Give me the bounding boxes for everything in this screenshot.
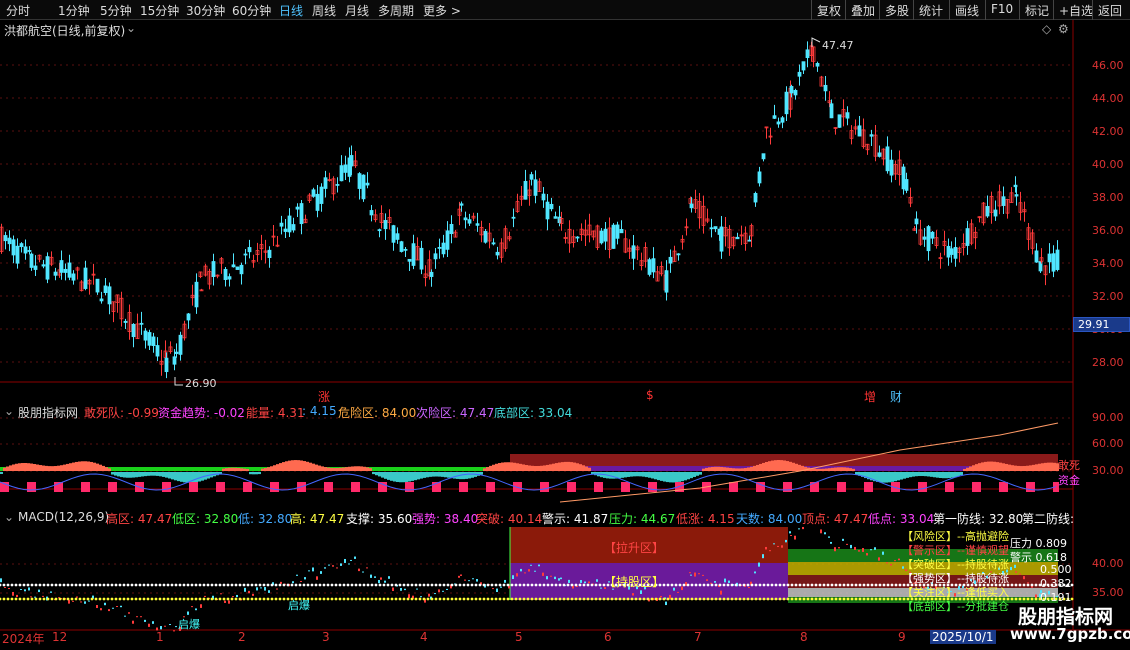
statistics-button[interactable]: 统计 [913, 0, 948, 20]
tab-minute[interactable]: 分时 [6, 2, 30, 19]
price-tick: 46.00 [1092, 59, 1124, 72]
indicator2-value: 高区: 47.47 [106, 512, 173, 526]
fib-value: 0.382 [1040, 577, 1072, 590]
date-tick: 12 [52, 630, 68, 644]
right-zone-label: 【底部区】--分批建仓 [902, 600, 1009, 613]
indicator1-tick: 60.00 [1092, 437, 1124, 450]
indicator1-value: : 4.15 [302, 404, 337, 418]
current-price-badge: 29.91 [1073, 317, 1130, 332]
f10-button[interactable]: F10 [985, 0, 1018, 20]
tab-multi-period[interactable]: 多周期 [378, 2, 414, 19]
tab-60min[interactable]: 60分钟 [232, 2, 271, 19]
tab-more[interactable]: 更多 > [423, 2, 461, 19]
indicator2-value: 警示: 41.87 [542, 512, 609, 526]
high-price-label: 47.47 [822, 39, 854, 52]
low-price-label: 26.90 [185, 377, 217, 390]
indicator2-value: 低: 32.80 [238, 512, 293, 526]
indicator2-value: 强势: 38.40 [412, 512, 479, 526]
indicator2-value: 压力: 44.67 [609, 512, 676, 526]
chevron-down-icon[interactable]: ⌄ [4, 404, 14, 418]
tab-weekly[interactable]: 周线 [312, 2, 336, 19]
tab-1min[interactable]: 1分钟 [58, 2, 90, 19]
chart-overlay: 洪都航空(日线,前复权) ⌄ ◇ ⚙ 46.00 44.00 42.00 40.… [0, 20, 1130, 650]
tab-30min[interactable]: 30分钟 [186, 2, 225, 19]
tab-daily[interactable]: 日线 [279, 2, 303, 19]
price-tick: 28.00 [1092, 356, 1124, 369]
toolbar: 分时 1分钟 5分钟 15分钟 30分钟 60分钟 日线 周线 月线 多周期 更… [0, 0, 1130, 20]
indicator1-name[interactable]: 股朋指标网 [18, 404, 78, 421]
indicator2-value: 低区: 32.80 [172, 512, 239, 526]
price-tick: 36.00 [1092, 224, 1124, 237]
tab-15min[interactable]: 15分钟 [140, 2, 179, 19]
signal-marker: 财 [890, 390, 903, 404]
zone-label-pull-up: 【拉升区】 [604, 541, 665, 555]
price-tick: 44.00 [1092, 92, 1124, 105]
breakout-note: 启爆 [178, 618, 200, 631]
watermark-url: www.7gpzb.com [1010, 625, 1130, 643]
chevron-down-icon[interactable]: ⌄ [126, 21, 136, 35]
indicator2-value: 低涨: 4.15 [676, 512, 735, 526]
date-tick: 9 [898, 630, 906, 644]
indicator1-value: 底部区: 33.04 [494, 406, 573, 420]
indicator2-value: 顶点: 47.47 [802, 512, 869, 526]
indicator2-value: 第二防线: [1022, 512, 1075, 526]
price-tick: 32.00 [1092, 290, 1124, 303]
indicator2-value: 支撑: 35.60 [346, 512, 413, 526]
indicator2-value: 低点: 33.04 [868, 512, 935, 526]
indicator1-value: 能量: 4.31 [246, 406, 305, 420]
multi-stock-button[interactable]: 多股 [879, 0, 914, 20]
date-tick: 3 [322, 630, 330, 644]
indicator1-value: 次险区: 47.47 [416, 406, 495, 420]
indicator1-value: 危险区: 84.00 [338, 406, 417, 420]
indicator2-value: 第一防线: 32.80 [933, 512, 1024, 526]
signal-marker: 增 [864, 390, 877, 404]
indicator1-value: 资金趋势: -0.02 [158, 406, 245, 420]
indicator2-name[interactable]: MACD(12,26,9) [18, 510, 109, 524]
date-tick: 4 [420, 630, 428, 644]
indicator2-value: 突破: 40.14 [476, 512, 543, 526]
date-tick: 2 [238, 630, 246, 644]
date-tick: 8 [800, 630, 808, 644]
date-tick: 2024年 [2, 632, 45, 646]
current-date-badge: 2025/10/1 [930, 630, 996, 644]
overlay-button[interactable]: 叠加 [845, 0, 880, 20]
price-tick: 34.00 [1092, 257, 1124, 270]
price-tick: 42.00 [1092, 125, 1124, 138]
indicator2-value: 高: 47.47 [290, 512, 345, 526]
indicator2-tick: 35.00 [1092, 586, 1124, 599]
signal-marker: $ [646, 388, 654, 402]
signal-marker: 涨 [318, 390, 331, 404]
gear-icon[interactable]: ⚙ [1058, 22, 1069, 36]
back-button[interactable]: 返回 [1092, 0, 1127, 20]
indicator2-tick: 40.00 [1092, 557, 1124, 570]
breakout-note: 启爆 [288, 599, 310, 612]
date-tick: 6 [604, 630, 612, 644]
indicator1-value: 敢死队: -0.99 [84, 406, 159, 420]
indicator1-line-label: 资金 [1058, 474, 1080, 487]
stock-title: 洪都航空(日线,前复权) [4, 24, 126, 38]
date-tick: 7 [694, 630, 702, 644]
diamond-icon[interactable]: ◇ [1042, 22, 1051, 36]
price-tick: 40.00 [1092, 158, 1124, 171]
fib-value: 0.500 [1040, 563, 1072, 576]
tab-monthly[interactable]: 月线 [345, 2, 369, 19]
draw-line-button[interactable]: 画线 [949, 0, 984, 20]
indicator1-line-label: 敢死 [1058, 459, 1080, 472]
restore-rights-button[interactable]: 复权 [811, 0, 846, 20]
date-tick: 5 [515, 630, 523, 644]
indicator1-tick: 30.00 [1092, 464, 1124, 477]
price-tick: 38.00 [1092, 191, 1124, 204]
date-tick: 1 [156, 630, 164, 644]
zone-label-hold: 【持股区】 [604, 575, 665, 589]
indicator1-tick: 90.00 [1092, 411, 1124, 424]
mark-button[interactable]: 标记 [1019, 0, 1054, 20]
indicator2-value: 天数: 84.00 [736, 512, 803, 526]
tab-5min[interactable]: 5分钟 [100, 2, 132, 19]
chevron-down-icon[interactable]: ⌄ [4, 510, 14, 524]
